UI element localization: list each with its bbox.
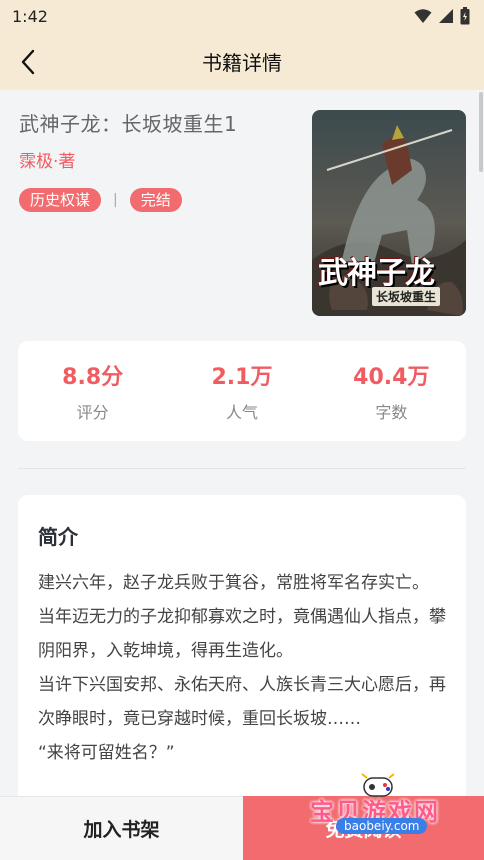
battery-icon (460, 7, 470, 25)
signal-icon (439, 9, 453, 23)
book-author[interactable]: 霂极·著 (19, 147, 289, 172)
stat-popularity: 2.1万 人气 (167, 359, 316, 423)
scrollbar[interactable] (479, 92, 483, 172)
stat-value: 40.4万 (353, 365, 430, 390)
stat-rating: 8.8分 评分 (18, 359, 167, 423)
stat-label: 评分 (76, 403, 109, 422)
intro-paragraph: 当年迈无力的子龙抑郁寡欢之时，竟偶遇仙人指点，攀阴阳界，入乾坤境，得再生造化。 (38, 607, 446, 661)
status-icons (414, 7, 470, 25)
book-tags: 历史权谋 | 完结 (19, 188, 289, 212)
intro-paragraph: 当许下兴国安邦、永佑天府、人族长青三大心愿后，再次睁眼时，竟已穿越时候，重回长坂… (38, 675, 446, 729)
watermark: 宝贝游戏网 baobeiy.com (300, 770, 484, 860)
intro-paragraph: 建兴六年，赵子龙兵败于箕谷，常胜将军名存实亡。 (38, 573, 429, 593)
cover-subtitle: 长坂坡重生 (372, 287, 441, 306)
tag-genre[interactable]: 历史权谋 (19, 188, 102, 212)
stat-label: 人气 (225, 403, 258, 422)
add-to-shelf-button[interactable]: 加入书架 (0, 796, 243, 860)
chevron-left-icon (21, 49, 35, 75)
cover-title: 武神子龙 (318, 256, 435, 291)
intro-text: 建兴六年，赵子龙兵败于箕谷，常胜将军名存实亡。 当年迈无力的子龙抑郁寡欢之时，竟… (38, 566, 446, 770)
intro-paragraph: “来将可留姓名？” (38, 743, 175, 763)
wifi-icon (414, 9, 432, 23)
stat-word-count: 40.4万 字数 (317, 359, 466, 423)
stat-value: 8.8分 (62, 365, 124, 390)
book-info: 武神子龙：长坂坡重生1 霂极·著 历史权谋 | 完结 (19, 108, 289, 212)
book-stats-card: 8.8分 评分 2.1万 人气 40.4万 字数 (18, 341, 466, 441)
status-bar: 1:42 (0, 0, 484, 32)
app-header: 书籍详情 (0, 32, 484, 90)
stat-value: 2.1万 (211, 365, 273, 390)
tag-separator: | (113, 192, 118, 208)
status-time: 1:42 (12, 6, 48, 26)
stat-label: 字数 (375, 403, 408, 422)
page-title: 书籍详情 (202, 50, 282, 75)
watermark-url: baobeiy.com (336, 818, 428, 834)
back-button[interactable] (10, 44, 46, 80)
book-cover[interactable]: 武神子龙 长坂坡重生 (312, 110, 466, 316)
section-divider (18, 468, 466, 469)
book-title: 武神子龙：长坂坡重生1 (19, 112, 238, 136)
intro-heading: 简介 (38, 525, 78, 549)
tag-status[interactable]: 完结 (129, 188, 182, 212)
